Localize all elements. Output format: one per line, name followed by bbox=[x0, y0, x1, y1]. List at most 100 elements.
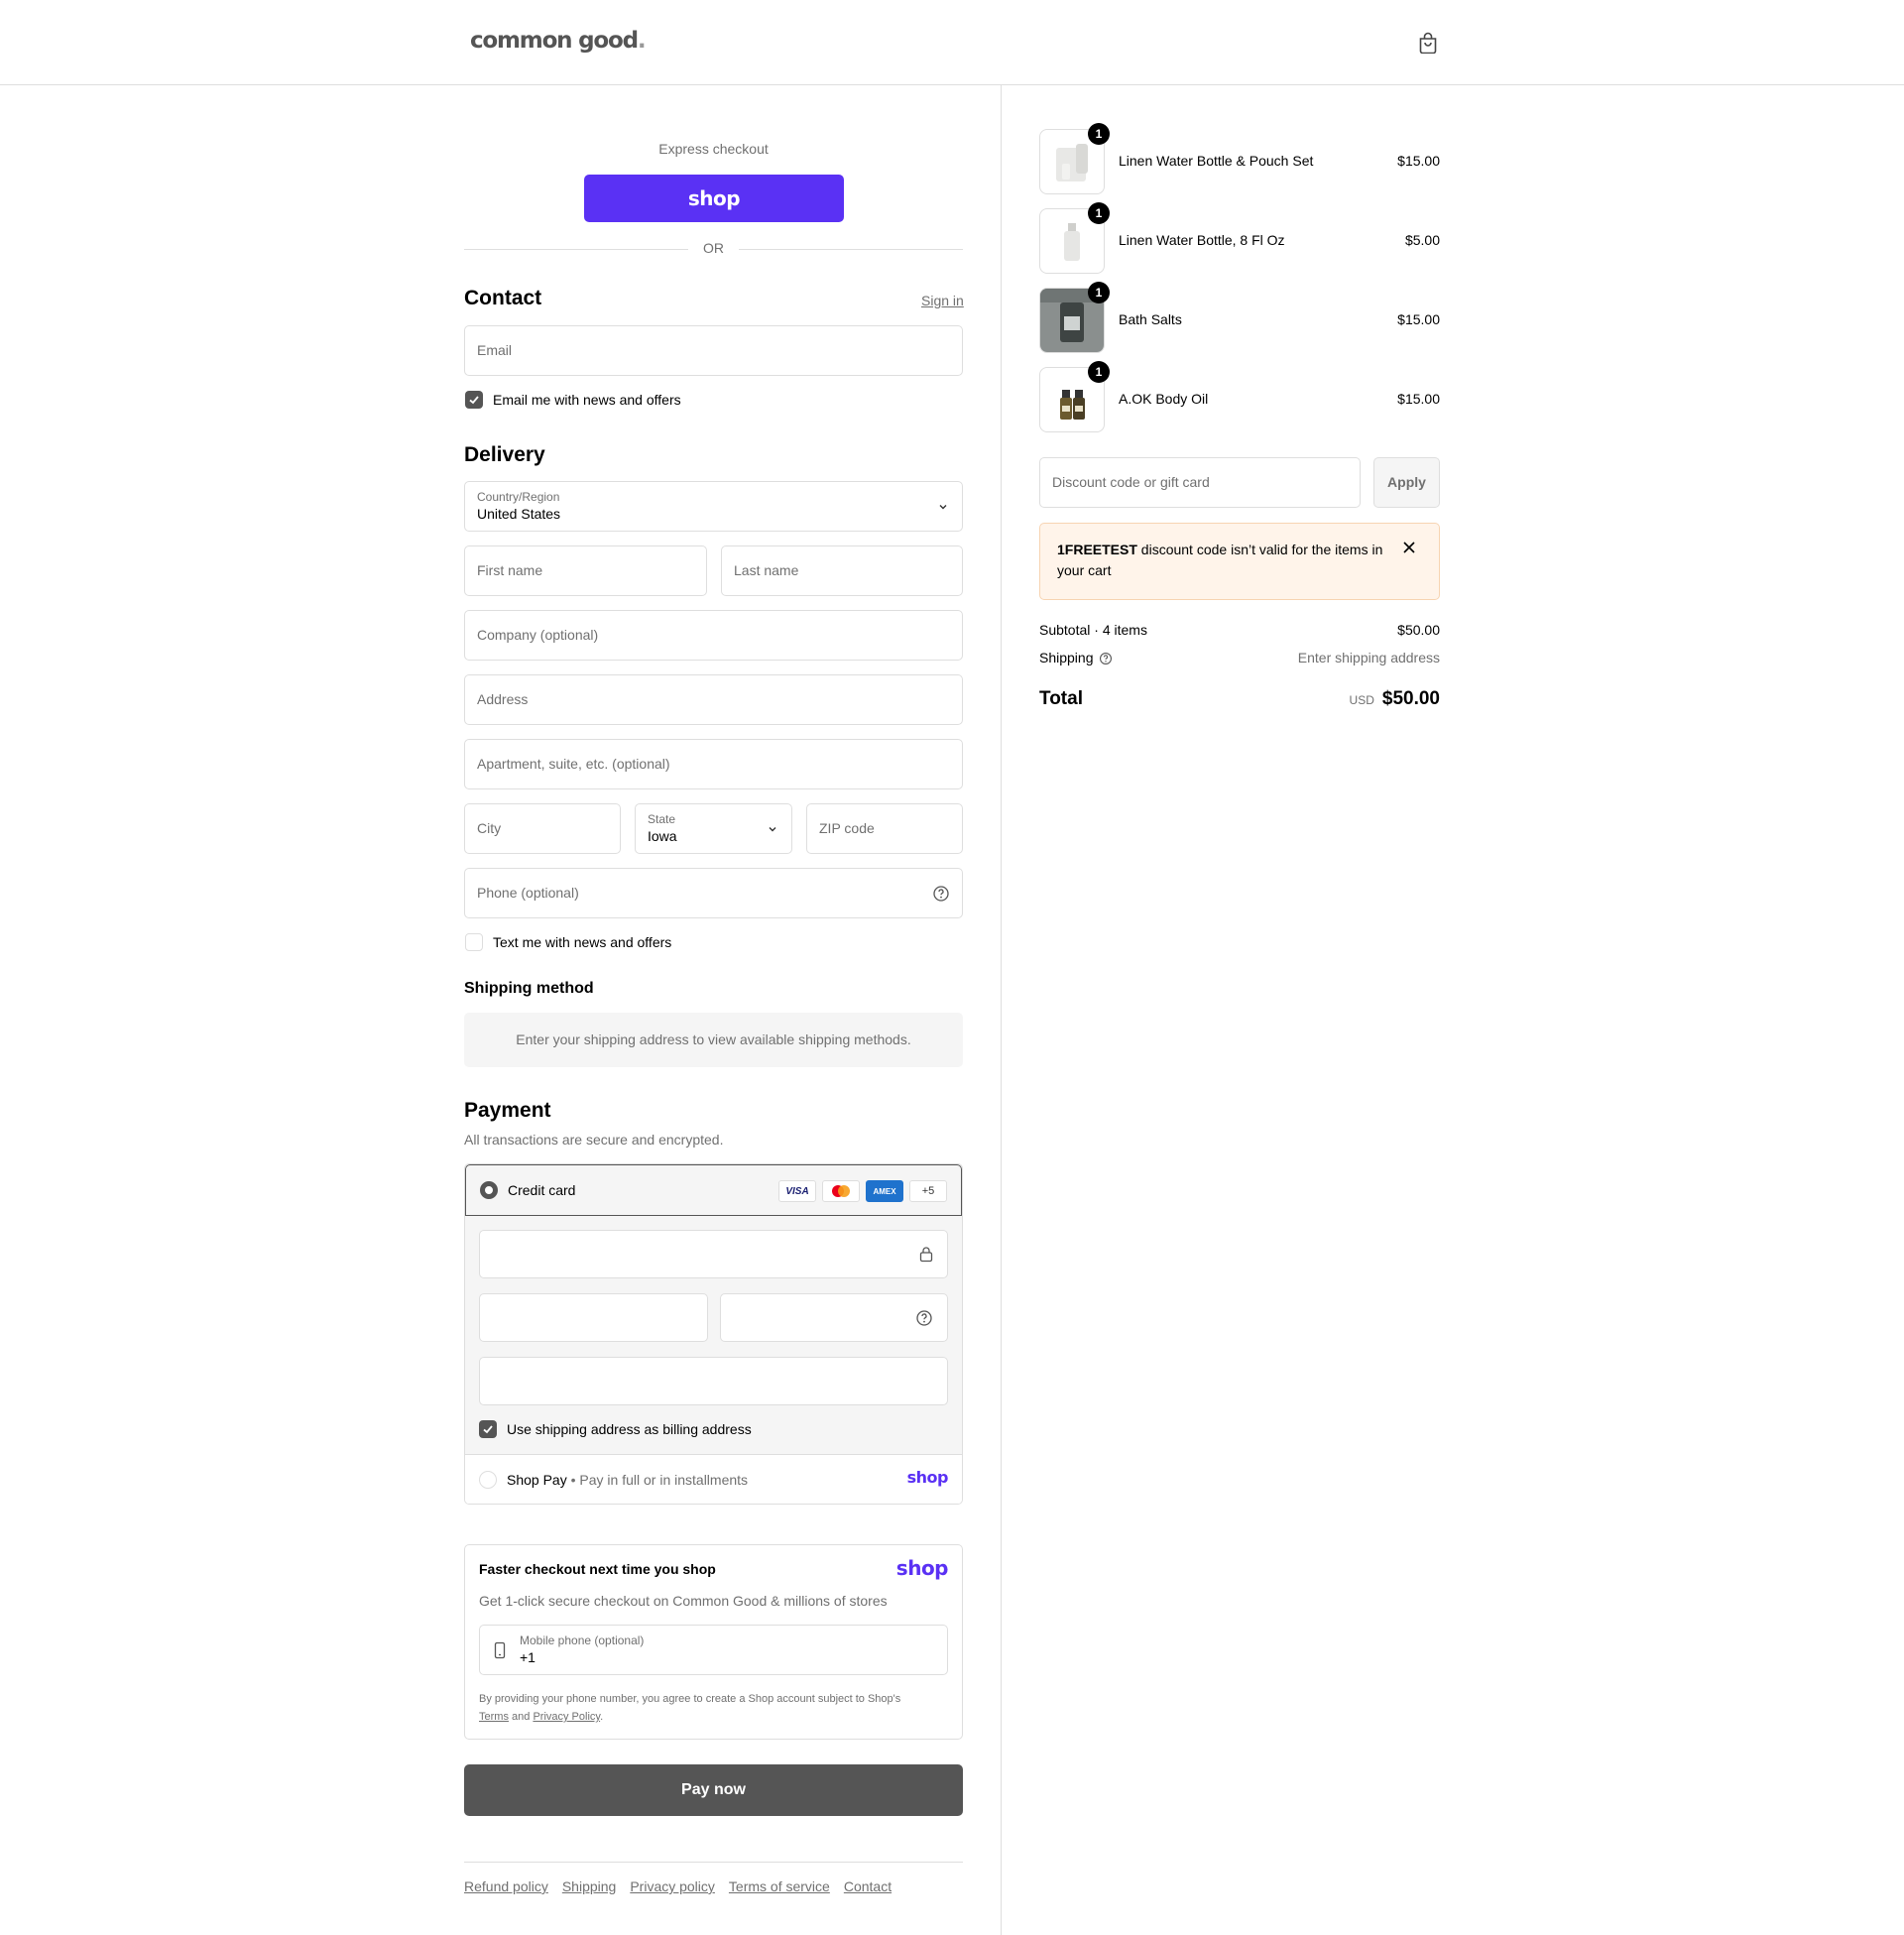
total-value: $50.00 bbox=[1381, 688, 1440, 709]
chevron-down-icon bbox=[939, 505, 947, 510]
credit-card-option[interactable]: Credit card VISA AMEX +5 bbox=[465, 1164, 962, 1216]
contact-link[interactable]: Contact bbox=[844, 1878, 892, 1894]
billing-same-label: Use shipping address as billing address bbox=[507, 1421, 752, 1437]
shop-pay-signup: Faster checkout next time you shop shop … bbox=[464, 1544, 963, 1740]
subtotal-value: $50.00 bbox=[1397, 622, 1440, 638]
credit-card-radio[interactable] bbox=[480, 1181, 498, 1199]
shop-pay-logo: shop bbox=[906, 1468, 949, 1487]
mobile-phone-field[interactable]: Mobile phone (optional) +1 bbox=[479, 1625, 948, 1675]
item-name: Linen Water Bottle & Pouch Set bbox=[1119, 153, 1314, 169]
help-icon[interactable] bbox=[915, 1309, 933, 1327]
payment-heading: Payment bbox=[464, 1099, 551, 1122]
faster-checkout-desc: Get 1-click secure checkout on Common Go… bbox=[479, 1593, 888, 1609]
cart-item: 1 Linen Water Bottle, 8 Fl Oz $5.00 bbox=[1039, 202, 1440, 274]
shop-pay-radio[interactable] bbox=[479, 1471, 497, 1489]
email-opt-in-label: Email me with news and offers bbox=[493, 392, 681, 408]
currency-code: USD bbox=[1349, 693, 1374, 707]
address-field[interactable]: Address bbox=[464, 674, 963, 725]
credit-card-label: Credit card bbox=[508, 1182, 576, 1198]
item-name: A.OK Body Oil bbox=[1119, 391, 1209, 407]
total-label: Total bbox=[1039, 688, 1083, 709]
terms-of-service-link[interactable]: Terms of service bbox=[729, 1878, 830, 1894]
express-checkout-label: Express checkout bbox=[658, 141, 769, 157]
shop-pay-option[interactable]: Shop Pay • Pay in full or in installment… bbox=[465, 1455, 962, 1504]
refund-policy-link[interactable]: Refund policy bbox=[464, 1878, 548, 1894]
help-icon[interactable] bbox=[932, 885, 950, 903]
zip-field[interactable]: ZIP code bbox=[806, 803, 963, 854]
quantity-badge: 1 bbox=[1088, 123, 1110, 145]
email-field[interactable]: Email bbox=[464, 325, 963, 376]
chevron-down-icon bbox=[769, 827, 776, 832]
sms-opt-in-label: Text me with news and offers bbox=[493, 934, 672, 950]
privacy-policy-link[interactable]: Privacy policy bbox=[630, 1878, 715, 1894]
card-number-field[interactable] bbox=[479, 1230, 948, 1278]
store-logo[interactable]: common good. bbox=[470, 28, 647, 54]
shipping-method-heading: Shipping method bbox=[464, 980, 594, 997]
card-fields: Use shipping address as billing address bbox=[465, 1216, 962, 1455]
item-price: $15.00 bbox=[1397, 153, 1440, 169]
or-divider: OR bbox=[464, 240, 963, 258]
item-price: $15.00 bbox=[1397, 391, 1440, 407]
shipping-method-note: Enter your shipping address to view avai… bbox=[464, 1013, 963, 1067]
shipping-label: Shipping bbox=[1039, 650, 1094, 665]
shipping-value: Enter shipping address bbox=[1297, 650, 1440, 665]
first-name-field[interactable]: First name bbox=[464, 545, 707, 596]
total-row: Total USD $50.00 bbox=[1039, 688, 1440, 714]
card-brands: VISA AMEX +5 bbox=[778, 1180, 947, 1202]
discount-error-message: 1FREETEST discount code isn’t valid for … bbox=[1057, 542, 1383, 578]
pay-now-button[interactable]: Pay now bbox=[464, 1764, 963, 1816]
cart-item: 1 Linen Water Bottle & Pouch Set $15.00 bbox=[1039, 123, 1440, 194]
contact-heading: Contact bbox=[464, 287, 542, 309]
footer-links: Refund policy Shipping Privacy policy Te… bbox=[464, 1878, 892, 1894]
lock-icon bbox=[919, 1247, 933, 1263]
header: common good. bbox=[0, 0, 1904, 85]
order-summary-panel bbox=[1001, 85, 1904, 1935]
shopping-bag-icon[interactable] bbox=[1418, 32, 1438, 54]
last-name-field[interactable]: Last name bbox=[721, 545, 963, 596]
billing-same-checkbox[interactable] bbox=[479, 1420, 497, 1438]
footer-divider bbox=[464, 1862, 963, 1863]
payment-subtitle: All transactions are secure and encrypte… bbox=[464, 1132, 724, 1148]
item-name: Bath Salts bbox=[1119, 311, 1182, 327]
security-code-field[interactable] bbox=[720, 1293, 948, 1342]
sign-in-link[interactable]: Sign in bbox=[921, 293, 964, 308]
shop-pay-label: Shop Pay • Pay in full or in installment… bbox=[507, 1472, 749, 1488]
name-on-card-field[interactable] bbox=[479, 1357, 948, 1405]
visa-icon: VISA bbox=[778, 1180, 816, 1202]
quantity-badge: 1 bbox=[1088, 282, 1110, 303]
country-select[interactable]: Country/Region United States bbox=[464, 481, 963, 532]
city-field[interactable]: City bbox=[464, 803, 621, 854]
cart-item: 1 Bath Salts $15.00 bbox=[1039, 282, 1440, 353]
email-opt-in-checkbox[interactable] bbox=[465, 391, 483, 409]
quantity-badge: 1 bbox=[1088, 202, 1110, 224]
company-field[interactable]: Company (optional) bbox=[464, 610, 963, 661]
apply-discount-button[interactable]: Apply bbox=[1373, 457, 1440, 508]
quantity-badge: 1 bbox=[1088, 361, 1110, 383]
mobile-phone-icon bbox=[494, 1641, 506, 1659]
discount-error-alert: 1FREETEST discount code isn’t valid for … bbox=[1039, 523, 1440, 600]
sms-opt-in-checkbox[interactable] bbox=[465, 933, 483, 951]
payment-methods: Credit card VISA AMEX +5 Use shipping ad… bbox=[464, 1163, 963, 1505]
total-amount: USD $50.00 bbox=[1350, 688, 1440, 710]
delivery-heading: Delivery bbox=[464, 443, 545, 466]
shop-pay-express-button[interactable]: shop bbox=[584, 175, 844, 222]
amex-icon: AMEX bbox=[866, 1180, 903, 1202]
mastercard-icon bbox=[822, 1180, 860, 1202]
shop-logo: shop bbox=[895, 1556, 949, 1580]
subtotal-label: Subtotal · 4 items bbox=[1039, 622, 1147, 638]
phone-field[interactable]: Phone (optional) bbox=[464, 868, 963, 918]
apartment-field[interactable]: Apartment, suite, etc. (optional) bbox=[464, 739, 963, 789]
close-icon[interactable] bbox=[1403, 542, 1415, 553]
expiration-date-field[interactable] bbox=[479, 1293, 708, 1342]
more-cards-badge: +5 bbox=[909, 1180, 947, 1202]
item-price: $15.00 bbox=[1397, 311, 1440, 327]
item-price: $5.00 bbox=[1404, 232, 1440, 248]
shipping-policy-link[interactable]: Shipping bbox=[562, 1878, 617, 1894]
faster-checkout-title: Faster checkout next time you shop bbox=[479, 1561, 716, 1577]
shop-privacy-link[interactable]: Privacy Policy bbox=[533, 1711, 600, 1723]
cart-item: 1 A.OK Body Oil $15.00 bbox=[1039, 361, 1440, 432]
shop-terms-link[interactable]: Terms bbox=[479, 1711, 509, 1723]
help-icon[interactable] bbox=[1099, 652, 1113, 665]
state-select[interactable]: State Iowa bbox=[635, 803, 792, 854]
discount-code-field[interactable]: Discount code or gift card bbox=[1039, 457, 1361, 508]
